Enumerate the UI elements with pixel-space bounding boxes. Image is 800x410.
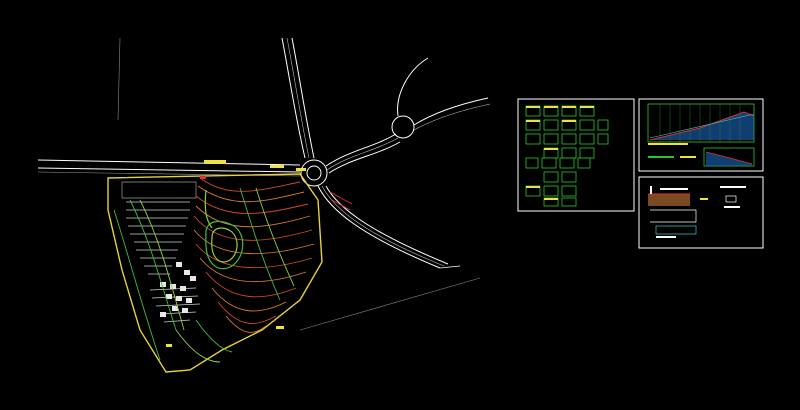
profile-sheet[interactable] (638, 98, 764, 172)
site-plan[interactable] (107, 173, 353, 373)
detail-sheet[interactable] (638, 176, 764, 249)
house-types-sheet[interactable] (517, 98, 635, 212)
detail-drawing (648, 186, 746, 238)
contour-lines (113, 177, 315, 363)
road-network (37, 37, 491, 331)
site-markers (166, 176, 353, 347)
cad-model-space[interactable] (0, 0, 800, 410)
profile-drawing (647, 103, 755, 167)
drawing-canvas[interactable] (0, 0, 800, 410)
road-markings (204, 160, 306, 171)
